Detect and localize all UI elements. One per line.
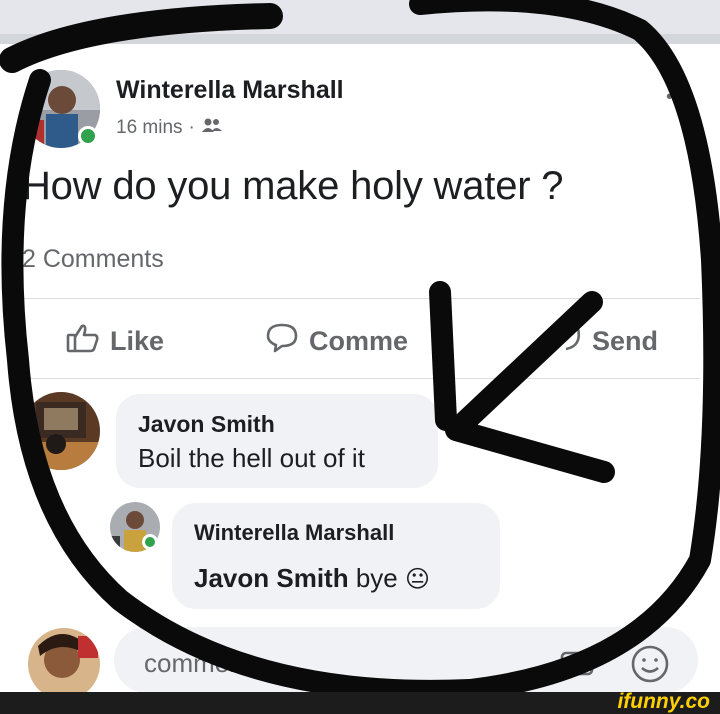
neutral-face-emoji: 😐 — [404, 566, 431, 593]
online-status-dot — [78, 126, 98, 146]
divider-top — [20, 298, 700, 299]
comment-input-placeholder: comment... — [144, 648, 273, 678]
comment-button[interactable]: Comme — [265, 322, 408, 361]
comment-label: Comme — [309, 326, 409, 356]
watermark-logo: ifunny.co — [617, 690, 710, 713]
comment-icon — [265, 322, 299, 361]
like-label: Like — [110, 326, 165, 356]
friends-icon[interactable] — [201, 117, 223, 139]
comment-author-winterella[interactable]: Winterella Marshall — [194, 520, 394, 546]
post-time[interactable]: 16 mins — [116, 117, 183, 139]
thumbs-up-icon — [66, 322, 100, 361]
post-meta: 16 mins · — [116, 117, 223, 139]
comment-text-winterella: Javon Smith bye 😐 — [194, 563, 430, 594]
camera-icon[interactable] — [560, 646, 594, 681]
comment-text-javon: Boil the hell out of it — [138, 443, 365, 473]
more-dots-icon[interactable]: •• — [666, 86, 678, 109]
mention-javon[interactable]: Javon Smith — [194, 563, 349, 593]
reply-text: bye — [355, 563, 398, 593]
viewer-avatar[interactable] — [28, 628, 100, 700]
reply-online-dot — [142, 534, 158, 550]
send-icon — [552, 322, 582, 361]
smiley-icon[interactable] — [630, 644, 670, 689]
top-strip-divider — [0, 34, 720, 44]
watermark-bar: ifunny.co — [0, 690, 720, 714]
top-strip — [0, 0, 720, 34]
divider-bottom — [20, 378, 700, 379]
commenter-avatar-image — [22, 392, 100, 470]
post-text: How do you make holy water ? — [22, 164, 564, 208]
send-label: Send — [592, 326, 659, 356]
comments-count[interactable]: 2 Comments — [22, 245, 164, 274]
viewer-avatar-image — [28, 628, 100, 700]
meta-separator: · — [188, 117, 195, 138]
like-button[interactable]: Like — [66, 322, 164, 361]
comment-author-javon[interactable]: Javon Smith — [138, 411, 275, 438]
commenter-avatar-javon[interactable] — [22, 392, 100, 470]
post-author-name[interactable]: Winterella Marshall — [116, 76, 344, 105]
send-button[interactable]: Send — [552, 322, 658, 361]
